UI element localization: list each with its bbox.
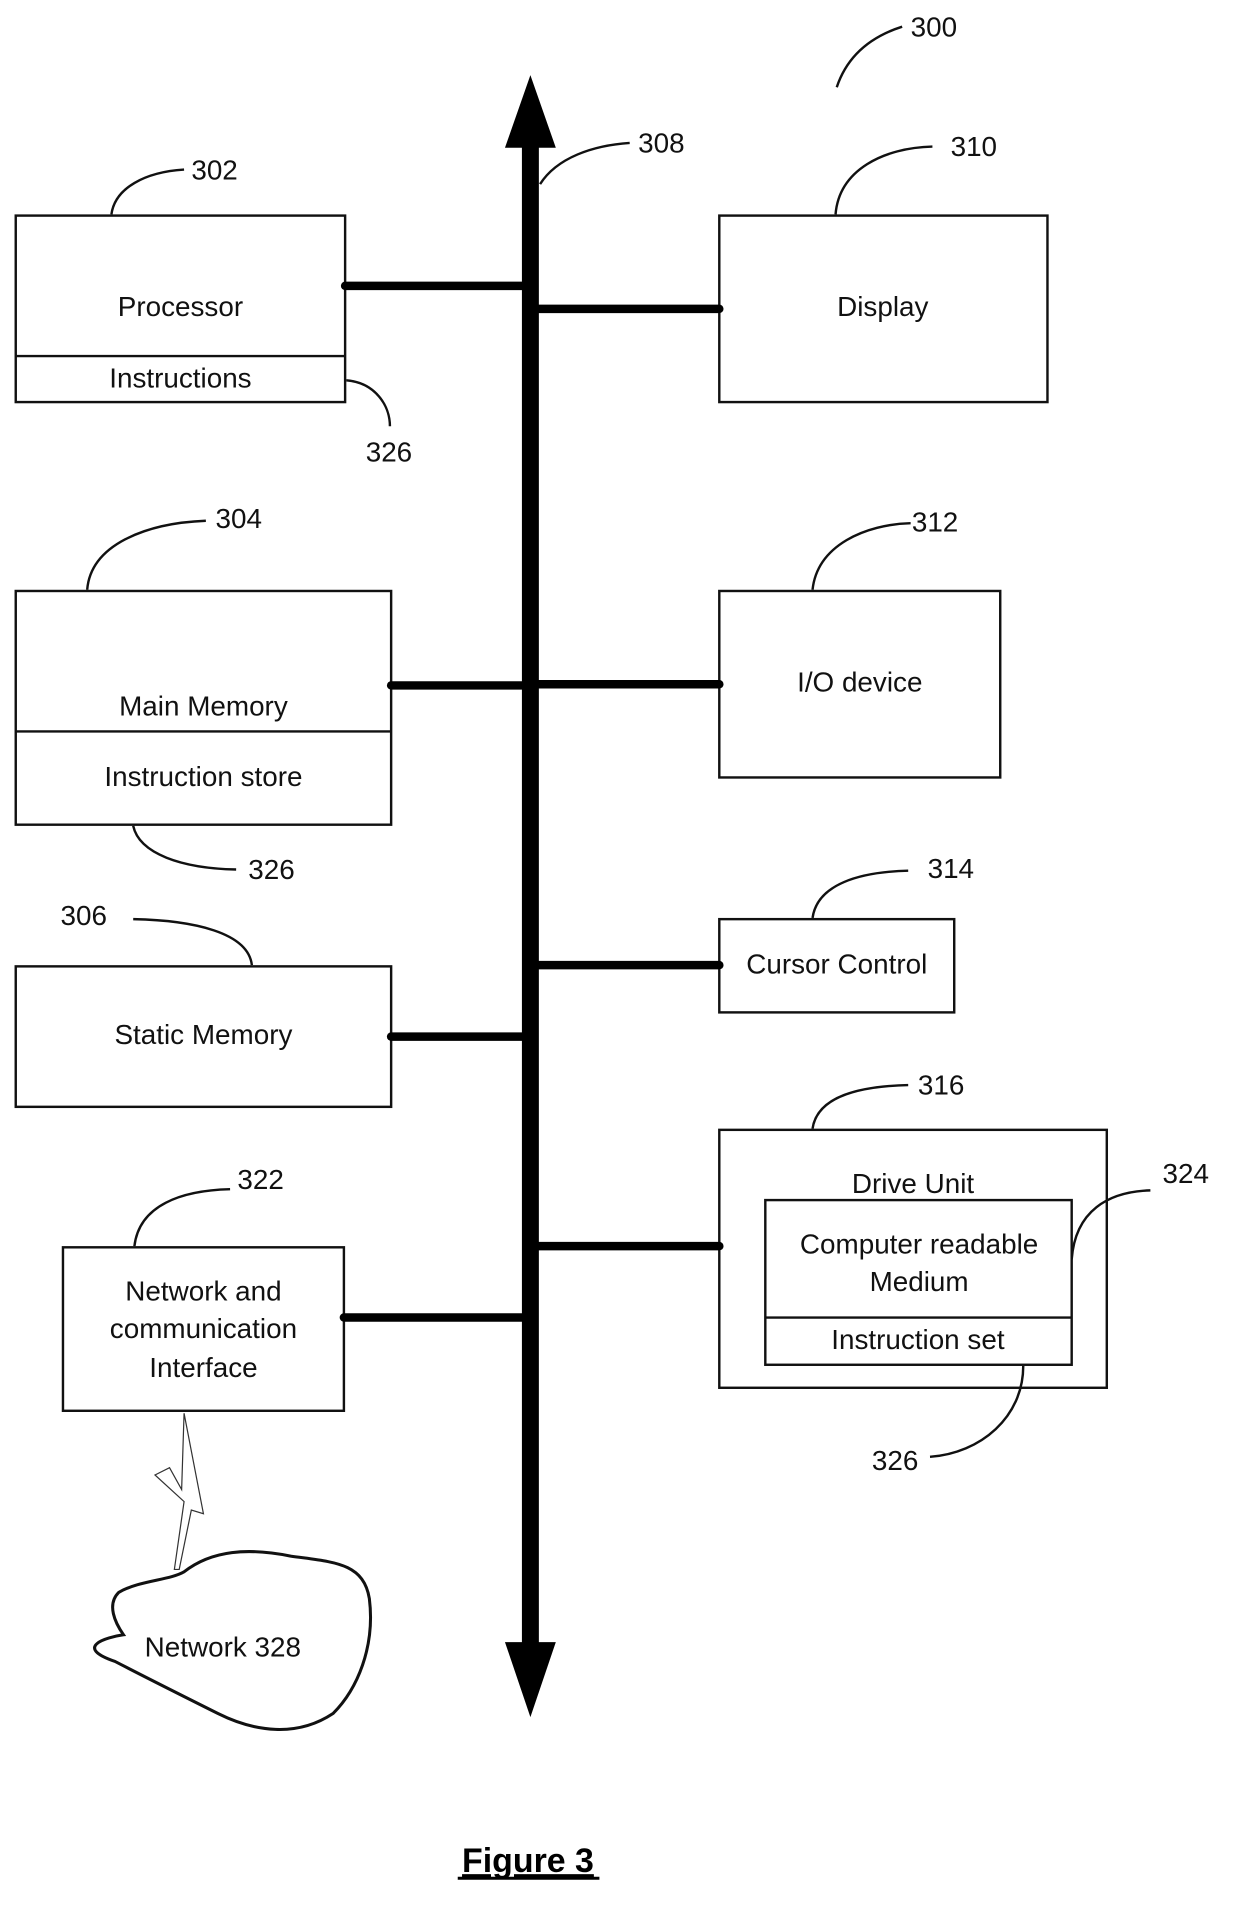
figure-ref-leader [835, 25, 903, 88]
network-label: Network 328 [145, 1632, 301, 1663]
drive-unit-ref-leader [811, 1083, 909, 1129]
drive-unit-block[interactable]: 316 Drive Unit Computer readable Medium … [533, 1070, 1209, 1476]
figure-ref: 300 [911, 11, 957, 42]
processor-label: Processor [118, 291, 243, 322]
network-interface-label-line-2: communication [110, 1313, 297, 1344]
main-memory-ref: 304 [216, 503, 262, 534]
processor-ref-leader [110, 168, 185, 215]
main-memory-sub-ref-leader [132, 825, 237, 871]
main-memory-sub-ref: 326 [248, 854, 294, 885]
computer-readable-medium-ref: 324 [1163, 1158, 1209, 1189]
io-device-ref-leader [811, 521, 911, 590]
bus-line [521, 145, 539, 1647]
display-block[interactable]: 310 Display [533, 131, 1049, 404]
io-device-label: I/O device [797, 666, 922, 697]
network-interface-ref: 322 [237, 1164, 283, 1195]
processor-block[interactable]: 302 Processor Instructions 326 [14, 154, 528, 467]
bus-ref: 308 [638, 128, 684, 159]
cursor-control-label: Cursor Control [746, 949, 927, 980]
cursor-control-ref: 314 [928, 853, 974, 884]
network-interface-ref-leader [133, 1187, 231, 1247]
static-memory-label: Static Memory [114, 1019, 292, 1050]
display-label: Display [837, 291, 928, 322]
instruction-set-ref: 326 [872, 1445, 918, 1476]
processor-instructions-ref: 326 [366, 436, 412, 467]
system-bus: 308 [504, 75, 685, 1718]
static-memory-ref-leader [133, 917, 254, 966]
io-device-ref: 312 [912, 507, 958, 538]
network-interface-label-line-1: Network and [125, 1276, 281, 1307]
io-device-block[interactable]: 312 I/O device [533, 507, 1002, 779]
main-memory-label: Main Memory [119, 691, 288, 722]
static-memory-ref: 306 [61, 900, 107, 931]
instruction-set-label: Instruction set [831, 1324, 1005, 1355]
display-ref: 310 [951, 131, 997, 162]
cursor-control-block[interactable]: 314 Cursor Control [533, 853, 974, 1014]
bus-ref-leader [539, 141, 630, 185]
computer-readable-medium-label-line-2: Medium [870, 1266, 969, 1297]
system-block-diagram: 300 308 302 Processor Instructions 326 3… [14, 11, 1209, 1880]
display-ref-leader [834, 145, 933, 215]
wireless-link-lightning-icon [153, 1413, 205, 1571]
drive-unit-ref: 316 [918, 1070, 964, 1101]
processor-instructions-label: Instructions [109, 363, 251, 394]
main-memory-block[interactable]: 304 Main Memory Instruction store 326 [14, 503, 528, 885]
figure-caption: Figure 3 [462, 1842, 594, 1880]
network-interface-block[interactable]: 322 Network and communication Interface [61, 1164, 528, 1412]
cursor-control-ref-leader [811, 869, 909, 919]
main-memory-ref-leader [85, 519, 206, 590]
bus-arrow-down-icon [504, 1642, 556, 1718]
processor-instructions-ref-leader [346, 379, 392, 427]
network-interface-label-line-3: Interface [149, 1352, 257, 1383]
processor-ref: 302 [191, 154, 237, 185]
static-memory-block[interactable]: 306 Static Memory [14, 900, 528, 1109]
bus-arrow-up-icon [504, 75, 556, 148]
network-cloud[interactable]: Network 328 [93, 1550, 372, 1731]
drive-unit-label: Drive Unit [852, 1168, 974, 1199]
main-memory-instruction-store-label: Instruction store [104, 761, 302, 792]
computer-readable-medium-label-line-1: Computer readable [800, 1228, 1038, 1259]
